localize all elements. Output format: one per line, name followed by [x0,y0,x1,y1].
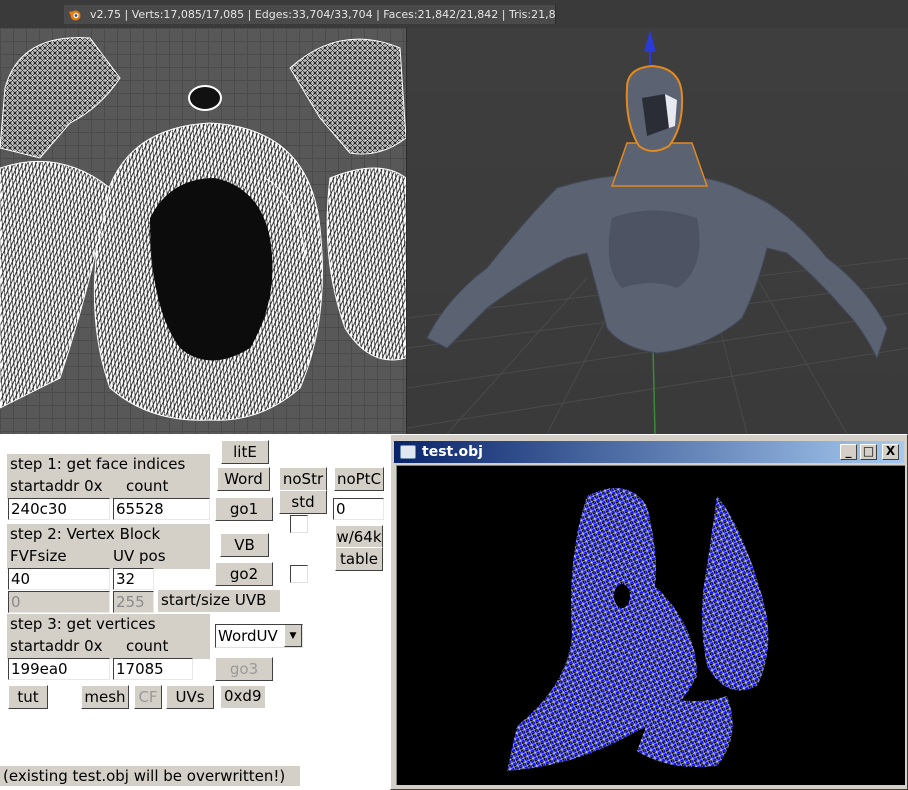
step1-group: step 1: get face indices startaddr 0x co… [7,454,210,499]
3d-viewport[interactable] [406,28,908,434]
hex-readout: 0xd9 [221,686,265,708]
step3-addr-label: startaddr 0x [10,637,103,655]
app-window-icon [400,445,416,459]
go2-button[interactable]: go2 [215,562,273,586]
minimize-button[interactable]: _ [840,444,857,460]
step1-addr-label: startaddr 0x [10,477,103,495]
cf-button[interactable]: CF [134,685,162,709]
uvpos-field[interactable]: 32 [113,568,154,590]
blender-logo-icon [69,10,81,21]
head-mesh-icon [507,488,769,771]
mesh-button[interactable]: mesh [81,685,129,709]
step3-count-label: count [126,637,169,655]
step3-count-field[interactable]: 17085 [113,658,193,680]
go1-button[interactable]: go1 [215,497,273,521]
extract-tool-panel: step 1: get face indices startaddr 0x co… [0,434,390,790]
step3-startaddr-field[interactable]: 199ea0 [8,658,110,680]
step1-count-field[interactable]: 65528 [113,498,210,520]
step2-uvpos-label: UV pos [113,547,166,565]
nostr-button[interactable]: noStr [279,467,327,491]
obj-viewer-window[interactable]: test.obj _ □ X [390,434,908,790]
w64k-button[interactable]: w/64k [335,525,383,549]
noptc-button[interactable]: noPtC [334,467,384,491]
step3-title: step 3: get vertices [10,615,156,633]
chevron-down-icon: ▼ [284,625,302,647]
vb-button[interactable]: VB [220,533,269,557]
step2-title: step 2: Vertex Block [10,525,161,543]
uvb-start-field: 0 [8,591,110,613]
tut-button[interactable]: tut [8,685,48,709]
step1-count-label: count [126,477,169,495]
close-button[interactable]: X [882,444,899,460]
info-bar: v2.75 | Verts:17,085/17,085 | Edges:33,7… [0,0,908,28]
uvs-button[interactable]: UVs [166,685,214,709]
uv-type-value: WordUV [218,627,278,645]
uv-type-select[interactable]: WordUV ▼ [215,624,303,648]
uvb-size-field: 255 [113,591,154,613]
obj-window-titlebar[interactable]: test.obj _ □ X [394,441,904,463]
table-button[interactable]: table [335,547,383,571]
step1-title: step 1: get face indices [10,455,186,473]
std-checkbox[interactable] [290,515,308,533]
word-button[interactable]: Word [217,467,270,491]
fvfsize-field[interactable]: 40 [8,568,110,590]
std-button[interactable]: std [279,490,327,514]
3d-figure-icon [407,30,908,434]
lite-button[interactable]: litE [221,440,269,464]
uv-editor[interactable] [0,28,406,434]
step2-group: step 2: Vertex Block FVFsize UV pos [7,524,210,569]
ptc-field[interactable]: 0 [333,498,384,520]
scene-stats: v2.75 | Verts:17,085/17,085 | Edges:33,7… [64,5,556,24]
uvb-label: start/size UVB [158,590,280,612]
maximize-button[interactable]: □ [860,444,877,460]
obj-window-title: test.obj [422,444,483,460]
step1-startaddr-field[interactable]: 240c30 [8,498,110,520]
step3-group: step 3: get vertices startaddr 0x count [7,614,210,659]
step2-fvf-label: FVFsize [10,547,67,565]
overwrite-note: (existing test.obj will be overwritten!) [0,766,300,786]
obj-render-canvas[interactable] [396,465,905,785]
go2-checkbox[interactable] [290,565,308,583]
stats-text: v2.75 | Verts:17,085/17,085 | Edges:33,7… [90,8,556,21]
go3-button[interactable]: go3 [215,657,273,681]
uv-mesh-icon [0,37,406,421]
